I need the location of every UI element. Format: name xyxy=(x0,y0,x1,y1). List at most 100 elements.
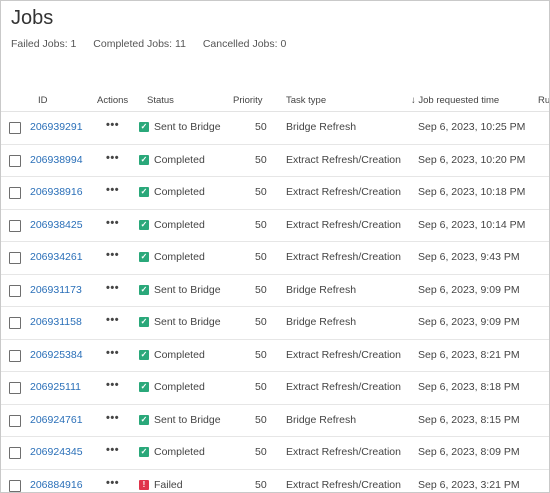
job-status: ✓ Completed xyxy=(139,251,205,263)
job-requested-time: Sep 6, 2023, 10:18 PM xyxy=(418,186,526,198)
row-actions-menu[interactable]: ••• xyxy=(106,314,119,326)
job-priority: 50 xyxy=(255,316,267,328)
job-id-link[interactable]: 206924761 xyxy=(30,414,83,426)
status-label: Sent to Bridge xyxy=(154,413,221,426)
job-status: ✓ Completed xyxy=(139,349,205,361)
job-task-type: Bridge Refresh xyxy=(286,316,357,328)
column-header-id[interactable]: ID xyxy=(38,95,48,106)
job-id-link[interactable]: 206924345 xyxy=(30,446,83,458)
job-id-link[interactable]: 206925111 xyxy=(30,381,81,393)
job-id-link[interactable]: 206931173 xyxy=(30,284,82,296)
column-header-status[interactable]: Status xyxy=(147,95,174,106)
status-label: Completed xyxy=(154,251,205,263)
row-checkbox[interactable] xyxy=(9,349,21,362)
row-actions-menu[interactable]: ••• xyxy=(106,152,119,164)
check-icon: ✓ xyxy=(139,122,149,132)
cancelled-jobs-count: Cancelled Jobs: 0 xyxy=(202,38,287,50)
job-id-link[interactable]: 206938425 xyxy=(30,219,83,231)
row-checkbox[interactable] xyxy=(9,219,21,232)
status-label: Completed xyxy=(154,218,205,231)
job-status: ✓ Sent to Bridge xyxy=(139,414,221,426)
jobs-table: ID Actions Status Priority Task type ↓ J… xyxy=(1,89,549,493)
job-priority: 50 xyxy=(255,348,267,361)
job-id-link[interactable]: 206934261 xyxy=(30,251,83,263)
check-icon: ✓ xyxy=(139,349,149,360)
job-requested-time: Sep 6, 2023, 9:09 PM xyxy=(418,316,520,328)
column-header-requested-time[interactable]: ↓ Job requested time xyxy=(411,95,499,106)
table-row: 206934261 ••• ✓ Completed 50 Extract Refresh/… xyxy=(1,242,549,275)
job-status: ✓ Completed xyxy=(139,219,205,231)
job-priority: 50 xyxy=(255,186,267,198)
row-checkbox[interactable] xyxy=(9,382,21,394)
row-actions-menu[interactable]: ••• xyxy=(106,282,119,294)
column-header-priority[interactable]: Priority xyxy=(233,95,263,106)
job-priority: 50 xyxy=(255,153,267,166)
check-icon: ✓ xyxy=(139,219,149,230)
job-priority: 50 xyxy=(255,218,267,231)
column-header-run[interactable]: Ru xyxy=(538,95,549,106)
table-row: 206924345 ••• ✓ Completed 50 Extract Refresh/… xyxy=(1,437,549,470)
job-priority: 50 xyxy=(255,446,267,458)
jobs-panel: Jobs Failed Jobs: 1 Completed Jobs: 11 C… xyxy=(0,0,550,493)
row-checkbox[interactable] xyxy=(9,154,21,167)
check-icon: ✓ xyxy=(139,382,149,392)
job-task-type: Bridge Refresh xyxy=(286,413,357,426)
check-icon: ✓ xyxy=(139,187,149,197)
job-task-type: Extract Refresh/Creation xyxy=(286,478,401,491)
column-header-task-type[interactable]: Task type xyxy=(286,95,326,106)
status-label: Sent to Bridge xyxy=(154,283,221,296)
check-icon: ✓ xyxy=(139,414,149,425)
check-icon: ✓ xyxy=(139,154,149,165)
job-requested-time: Sep 6, 2023, 8:18 PM xyxy=(418,381,520,393)
row-checkbox[interactable] xyxy=(9,284,21,297)
row-actions-menu[interactable]: ••• xyxy=(106,412,119,424)
job-status: ✓ Completed xyxy=(139,381,205,393)
row-checkbox[interactable] xyxy=(9,187,21,199)
row-actions-menu[interactable]: ••• xyxy=(106,249,119,261)
table-row: 206938916 ••• ✓ Completed 50 Extract Refresh/… xyxy=(1,177,549,210)
status-label: Sent to Bridge xyxy=(154,121,221,133)
job-id-link[interactable]: 206931158 xyxy=(30,316,82,328)
job-id-link[interactable]: 206939291 xyxy=(30,121,83,133)
row-actions-menu[interactable]: ••• xyxy=(106,444,119,456)
row-actions-menu[interactable]: ••• xyxy=(106,184,119,196)
job-priority: 50 xyxy=(255,413,267,426)
job-task-type: Extract Refresh/Creation xyxy=(286,348,401,361)
row-checkbox[interactable] xyxy=(9,317,21,329)
row-actions-menu[interactable]: ••• xyxy=(106,119,119,131)
job-task-type: Extract Refresh/Creation xyxy=(286,251,401,263)
table-body: 206939291 ••• ✓ Sent to Bridge 50 Bridge Refr… xyxy=(1,112,549,493)
job-id-link[interactable]: 206938916 xyxy=(30,186,83,198)
row-checkbox[interactable] xyxy=(9,122,21,134)
job-task-type: Bridge Refresh xyxy=(286,283,357,296)
row-checkbox[interactable] xyxy=(9,479,21,492)
table-row: 206925111 ••• ✓ Completed 50 Extract Refresh/… xyxy=(1,372,549,405)
job-id-link[interactable]: 206925384 xyxy=(30,349,83,361)
job-task-type: Extract Refresh/Creation xyxy=(286,381,401,393)
job-task-type: Extract Refresh/Creation xyxy=(286,186,401,198)
job-status: ✓ Completed xyxy=(139,446,205,458)
job-id-link[interactable]: 206938994 xyxy=(30,154,83,166)
table-row: 206924761 ••• ✓ Sent to Bridge 50 Bridge Refr… xyxy=(1,405,549,437)
row-checkbox[interactable] xyxy=(9,414,21,427)
table-row: 206884916 •••! Failed 50 Extract Refresh/Cre… xyxy=(1,470,549,493)
status-label: Completed xyxy=(154,348,205,361)
job-priority: 50 xyxy=(255,121,267,133)
table-row: 206931173 ••• ✓ Sent to Bridge 50 Bridge Refr… xyxy=(1,275,549,307)
row-actions-menu[interactable]: ••• xyxy=(106,379,119,391)
job-id-link[interactable]: 206884916 xyxy=(30,479,83,491)
job-status: ✓ Sent to Bridge xyxy=(139,316,221,328)
table-row: 206938994 ••• ✓ Completed 50 Extract Refresh/… xyxy=(1,145,549,177)
row-actions-menu[interactable]: ••• xyxy=(106,217,119,229)
job-requested-time: Sep 6, 2023, 10:14 PM xyxy=(418,218,526,231)
check-icon: ✓ xyxy=(139,252,149,262)
row-actions-menu[interactable]: ••• xyxy=(106,347,119,359)
row-checkbox[interactable] xyxy=(9,447,21,459)
status-label: Sent to Bridge xyxy=(154,316,221,328)
row-actions-menu[interactable]: ••• xyxy=(106,477,119,489)
job-task-type: Extract Refresh/Creation xyxy=(286,153,401,166)
row-checkbox[interactable] xyxy=(9,252,21,264)
job-requested-time: Sep 6, 2023, 9:43 PM xyxy=(418,251,520,263)
check-icon: ✓ xyxy=(139,447,149,457)
job-status: ! Failed xyxy=(139,479,183,491)
